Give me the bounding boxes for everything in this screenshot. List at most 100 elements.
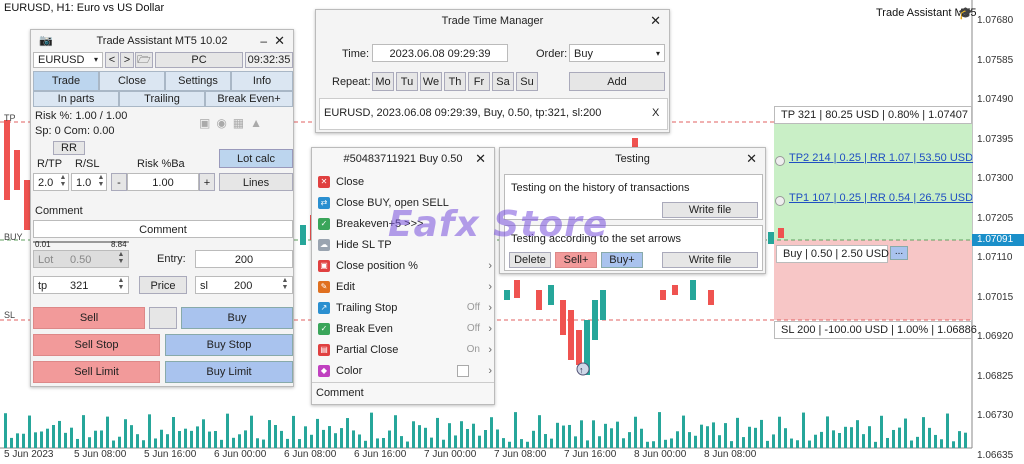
repeat-day-mo[interactable]: Mo: [372, 72, 394, 91]
volume-bar: [760, 419, 763, 448]
remove-order-button[interactable]: X: [652, 107, 659, 119]
mode-button[interactable]: PC: [155, 52, 243, 68]
sell-limit-button[interactable]: Sell Limit: [33, 361, 160, 383]
tab-close[interactable]: Close: [99, 71, 165, 91]
rr-button[interactable]: RR: [53, 141, 85, 155]
symbol-select[interactable]: EURUSD ▾: [33, 52, 103, 68]
slider-max: 8.84: [111, 240, 127, 249]
buy-limit-button[interactable]: Buy Limit: [165, 361, 293, 383]
rtp-stepper[interactable]: ▲ ▼: [57, 174, 69, 188]
lot-calc-button[interactable]: Lot calc: [219, 149, 293, 168]
folder-icon[interactable]: 🗁: [135, 52, 153, 68]
order-comment-label: Comment: [316, 387, 364, 399]
volume-bar: [844, 426, 847, 448]
volume-bar: [166, 434, 169, 448]
price-tick-label: 1.07490: [977, 94, 1014, 105]
sell-stop-button[interactable]: Sell Stop: [33, 334, 160, 356]
tp1-level-link[interactable]: TP1 107 | 0.25 | RR 0.54 | 26.75 USD: [789, 192, 973, 204]
volume-bar: [178, 431, 181, 448]
tp-value: 321: [70, 280, 89, 292]
tp2-handle[interactable]: [775, 156, 785, 166]
price-tick-label: 1.06730: [977, 410, 1014, 421]
sl-stepper[interactable]: ▲ ▼: [279, 277, 291, 291]
tp2-level-link[interactable]: TP2 214 | 0.25 | RR 1.07 | 53.50 USD: [789, 152, 973, 164]
testing-titlebar[interactable]: Testing ✕: [500, 148, 765, 170]
menu-item-trailing-stop[interactable]: ↗ Trailing Stop Off ›: [318, 298, 494, 318]
tab-settings[interactable]: Settings: [165, 71, 231, 91]
menu-item-icon: ✓: [318, 323, 330, 336]
volume-bar: [460, 421, 463, 448]
repeat-day-we[interactable]: We: [420, 72, 442, 91]
volume-bar: [514, 412, 517, 448]
repeat-day-th[interactable]: Th: [444, 72, 466, 91]
rsl-stepper[interactable]: ▲ ▼: [95, 174, 107, 188]
close-icon[interactable]: ✕: [650, 10, 661, 32]
lot-stepper[interactable]: ▲ ▼: [115, 251, 127, 265]
menu-item-break-even[interactable]: ✓ Break Even Off ›: [318, 319, 494, 339]
order-value: Buy: [574, 48, 593, 60]
risk-plus-button[interactable]: +: [199, 173, 215, 191]
close-icon[interactable]: ✕: [746, 148, 757, 170]
sl-level-box[interactable]: SL 200 | -100.00 USD | 1.00% | 1.06886: [774, 321, 977, 339]
tp-stepper[interactable]: ▲ ▼: [115, 277, 127, 291]
sell-plus-button[interactable]: Sell+: [555, 252, 597, 268]
toolbar-icons[interactable]: ▣◉▦▲: [199, 116, 268, 130]
menu-item-edit[interactable]: ✎ Edit ›: [318, 277, 494, 297]
volume-bar: [238, 434, 241, 448]
repeat-day-sa[interactable]: Sa: [492, 72, 514, 91]
sell-button[interactable]: Sell: [33, 307, 145, 329]
tp-level-box[interactable]: TP 321 | 80.25 USD | 0.80% | 1.07407: [774, 106, 972, 124]
menu-item-close-position[interactable]: ▣ Close position % ›: [318, 256, 494, 276]
entry-input[interactable]: 200: [195, 250, 293, 268]
tp1-handle[interactable]: [775, 196, 785, 206]
menu-item-partial-close[interactable]: ▤ Partial Close On ›: [318, 340, 494, 360]
repeat-day-tu[interactable]: Tu: [396, 72, 418, 91]
volume-bar: [874, 441, 877, 448]
order-select[interactable]: Buy ▾: [569, 44, 665, 62]
subtab-in-parts[interactable]: In parts: [33, 91, 119, 107]
lines-button[interactable]: Lines: [219, 173, 293, 191]
delete-button[interactable]: Delete: [509, 252, 551, 268]
buy-stop-button[interactable]: Buy Stop: [165, 334, 293, 356]
subtab-trailing[interactable]: Trailing: [119, 91, 205, 107]
volume-bar: [148, 414, 151, 448]
close-icon[interactable]: ✕: [475, 148, 486, 170]
scheduled-order-item[interactable]: EURUSD, 2023.06.08 09:29:39, Buy, 0.50, …: [324, 107, 601, 119]
time-tick-label: 8 Jun 00:00: [634, 449, 687, 460]
trade-assistant-titlebar[interactable]: 📷 Trade Assistant MT5 10.02 – ✕: [31, 30, 293, 52]
spread-commission-text: Sp: 0 Com: 0.00: [35, 125, 115, 137]
time-manager-titlebar[interactable]: Trade Time Manager ✕: [316, 10, 669, 32]
buy-more-button[interactable]: ...: [890, 246, 908, 260]
risk-minus-button[interactable]: -: [111, 173, 127, 191]
write-file-button[interactable]: Write file: [662, 252, 758, 268]
subtab-break-even[interactable]: Break Even+: [205, 91, 293, 107]
price-button[interactable]: Price: [139, 276, 187, 294]
minimize-icon[interactable]: –: [260, 30, 267, 52]
buy-level-box[interactable]: Buy | 0.50 | 2.50 USD: [776, 245, 889, 263]
tab-trade[interactable]: Trade: [33, 71, 99, 91]
volume-bar: [310, 434, 313, 448]
volume-bar: [904, 418, 907, 448]
buy-plus-button[interactable]: Buy+: [601, 252, 643, 268]
tab-info[interactable]: Info: [231, 71, 293, 91]
camera-icon[interactable]: 📷: [39, 30, 53, 52]
color-swatch[interactable]: [457, 365, 469, 377]
volume-bar: [358, 434, 361, 448]
prev-symbol-button[interactable]: <: [105, 52, 119, 68]
comment-input[interactable]: Comment: [33, 220, 293, 238]
blank-button[interactable]: [149, 307, 177, 329]
close-icon[interactable]: ✕: [274, 30, 285, 52]
add-button[interactable]: Add: [569, 72, 665, 91]
order-menu-titlebar[interactable]: #50483711921 Buy 0.50 ✕: [312, 148, 494, 170]
time-tick-label: 5 Jun 2023: [4, 449, 54, 460]
next-symbol-button[interactable]: >: [120, 52, 134, 68]
repeat-day-fr[interactable]: Fr: [468, 72, 490, 91]
buy-button[interactable]: Buy: [181, 307, 293, 329]
menu-item-close[interactable]: ✕ Close: [318, 172, 494, 192]
time-input[interactable]: 2023.06.08 09:29:39: [372, 44, 508, 62]
write-file-button[interactable]: Write file: [662, 202, 758, 218]
time-tick-label: 5 Jun 08:00: [74, 449, 127, 460]
risk-input[interactable]: 1.00: [127, 173, 199, 191]
price-tick-label: 1.07015: [977, 291, 1014, 303]
repeat-day-su[interactable]: Su: [516, 72, 538, 91]
